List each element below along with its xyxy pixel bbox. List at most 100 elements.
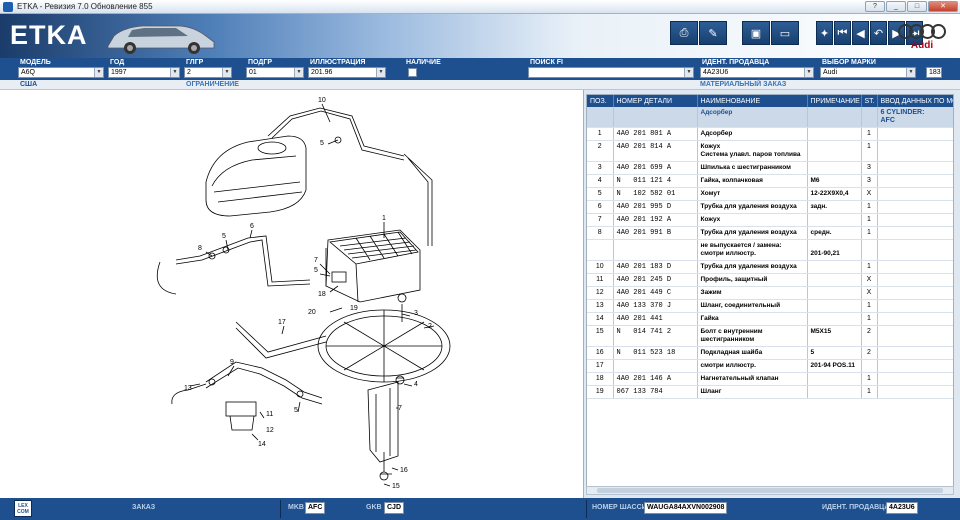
row-part-number xyxy=(613,359,698,373)
row-pos: 10 xyxy=(587,260,614,274)
table-row[interactable]: 8 4A0 201 991 B Трубка для удаления воздух… xyxy=(587,226,953,240)
catalog-icon[interactable]: ▣ xyxy=(742,21,770,45)
row-note xyxy=(807,260,862,274)
first-icon[interactable]: ⏮ xyxy=(834,21,851,45)
brand-label: ВЫБОР МАРКИ xyxy=(822,59,876,66)
row-pos xyxy=(587,107,614,128)
col-name[interactable]: НАИМЕНОВАНИЕ xyxy=(697,95,808,107)
scrollbar-thumb[interactable] xyxy=(597,488,943,493)
toolbar-left: ⎙ ✎ xyxy=(670,21,727,45)
print-icon[interactable]: ⎙ xyxy=(670,21,698,45)
row-note: 201-90,21 xyxy=(807,239,862,261)
row-part-number: 4A0 201 991 B xyxy=(613,226,698,240)
row-note xyxy=(807,127,862,141)
gkb-label: GKB xyxy=(366,504,382,511)
minimize-button[interactable]: _ xyxy=(886,1,906,12)
row-name: Кожух Система улавл. паров топлива xyxy=(697,140,808,162)
glgr-select[interactable]: 2 ▼ xyxy=(184,67,232,78)
restriction-tab[interactable]: ОГРАНИЧЕНИЕ xyxy=(186,81,239,88)
illustration-select[interactable]: 201.96 ▼ xyxy=(308,67,386,78)
brand-select[interactable]: Audi ▼ xyxy=(820,67,916,78)
table-row[interactable]: 13 4A0 133 370 J Шланг, соединительный 1 xyxy=(587,299,953,313)
banner: ETKA ⎙ ✎ ▣ ▭ ✦ ⏮ ◀ ↶ ▶ ⏭ Audi xyxy=(0,14,960,58)
callout-10: 10 xyxy=(318,97,326,104)
horizontal-scrollbar[interactable] xyxy=(586,486,954,495)
row-st: 1 xyxy=(861,299,878,313)
order-label[interactable]: ЗАКАЗ xyxy=(132,504,155,511)
row-part-number: 4A0 201 192 A xyxy=(613,213,698,227)
status-bar: LEX COM ЗАКАЗ MKB AFC GKB CJD НОМЕР ШАСС… xyxy=(0,498,960,520)
row-st: 2 xyxy=(861,346,878,360)
material-order-tab[interactable]: МАТЕРИАЛЬНЫЙ ЗАКАЗ xyxy=(700,81,786,88)
pin-icon[interactable]: ✦ xyxy=(816,21,833,45)
row-st: 1 xyxy=(861,200,878,214)
table-row[interactable]: 17 смотри иллюстр. 201-94 POS.11 xyxy=(587,359,953,373)
table-row[interactable]: Адсорбер 6 CYLINDER: AFC xyxy=(587,107,953,128)
table-row[interactable]: 11 4A0 201 245 D Профиль, защитный X xyxy=(587,273,953,287)
table-row[interactable]: 2 4A0 201 814 A Кожух Система улавл. паров… xyxy=(587,140,953,162)
model-select[interactable]: A6Q ▼ xyxy=(18,67,104,78)
col-note[interactable]: ПРИМЕЧАНИЕ xyxy=(807,95,862,107)
table-row[interactable]: 12 4A0 201 449 C Зажим X xyxy=(587,286,953,300)
edit-icon[interactable]: ✎ xyxy=(699,21,727,45)
callout-2: 2 xyxy=(428,323,432,330)
table-row[interactable]: 1 4A0 201 801 A Адсорбер 1 xyxy=(587,127,953,141)
parts-table-panel: ПОЗ. НОМЕР ДЕТАЛИ НАИМЕНОВАНИЕ ПРИМЕЧАНИ… xyxy=(586,94,954,494)
row-part-number xyxy=(613,107,698,128)
row-name: Болт с внутренним шестигранником xyxy=(697,325,808,347)
row-name: Адсорбер xyxy=(697,107,808,128)
row-pos: 1 xyxy=(587,127,614,141)
row-st: X xyxy=(861,187,878,201)
table-row[interactable]: 3 4A0 201 699 A Шпилька с шестигранником 3 xyxy=(587,161,953,175)
car-image xyxy=(107,25,215,54)
row-data-entry xyxy=(877,140,953,162)
table-row[interactable]: 5N 102 582 01 Хомут 12-22X9X0,4 X xyxy=(587,187,953,201)
col-pos[interactable]: ПОЗ. xyxy=(587,95,614,107)
undo-icon[interactable]: ↶ xyxy=(870,21,887,45)
row-name: Хомут xyxy=(697,187,808,201)
availability-checkbox[interactable] xyxy=(408,68,417,77)
callout-18: 18 xyxy=(318,291,326,298)
callout-5: 5 xyxy=(320,140,324,147)
year-select[interactable]: 1997 ▼ xyxy=(108,67,180,78)
table-row[interactable]: 14 4A0 201 441 Гайка 1 xyxy=(587,312,953,326)
table-row[interactable]: 19 067 133 784 Шланг 1 xyxy=(587,385,953,399)
table-row[interactable]: не выпускается / замена: смотри иллюстр.… xyxy=(587,239,953,261)
row-note xyxy=(807,299,862,313)
callout-15: 15 xyxy=(392,483,400,490)
lexcom-logo: LEX COM xyxy=(14,500,32,517)
table-row[interactable]: 4N 011 121 4 Гайка, колпачковая M6 3 xyxy=(587,174,953,188)
row-data-entry xyxy=(877,312,953,326)
table-row[interactable]: 15 N 014 741 2 Болт с внутренним шестигран… xyxy=(587,325,953,347)
col-data-entry[interactable]: ВВОД ДАННЫХ ПО МО xyxy=(877,95,953,107)
region-label: США xyxy=(20,81,38,88)
row-part-number: 4A0 201 245 D xyxy=(613,273,698,287)
row-pos: 4 xyxy=(587,174,614,188)
help-button[interactable]: ? xyxy=(865,1,885,12)
col-part-number[interactable]: НОМЕР ДЕТАЛИ xyxy=(613,95,698,107)
table-row[interactable]: 6 4A0 201 995 D Трубка для удаления воздух… xyxy=(587,200,953,214)
dealer-select[interactable]: 4A23U6 ▼ xyxy=(700,67,814,78)
search-input[interactable]: ▼ xyxy=(528,67,694,78)
search-label: ПОИСК FI xyxy=(530,59,564,66)
window-icon[interactable]: ▭ xyxy=(771,21,799,45)
row-st: 2 xyxy=(861,325,878,347)
row-st: 1 xyxy=(861,372,878,386)
chevron-down-icon: ▼ xyxy=(94,68,103,77)
parts-diagram[interactable]: 10 5 6 8 5 1 7 5 18 19 20 3 2 17 9 13 11… xyxy=(0,90,584,498)
callout-7a: 7 xyxy=(314,257,318,264)
prev-icon[interactable]: ◀ xyxy=(852,21,869,45)
close-button[interactable]: ✕ xyxy=(928,1,958,12)
col-st[interactable]: ST. xyxy=(861,95,878,107)
app-icon xyxy=(3,1,13,12)
row-note: 5 xyxy=(807,346,862,360)
podgr-select[interactable]: 01 ▼ xyxy=(246,67,304,78)
row-part-number: N 011 121 4 xyxy=(613,174,698,188)
table-row[interactable]: 10 4A0 201 183 D Трубка для удаления возду… xyxy=(587,260,953,274)
row-note: M6 xyxy=(807,174,862,188)
table-row[interactable]: 18 4A0 201 146 A Нагнетательный клапан 1 xyxy=(587,372,953,386)
table-row[interactable]: 7 4A0 201 192 A Кожух 1 xyxy=(587,213,953,227)
row-note: 201-94 POS.11 xyxy=(807,359,862,373)
maximize-button[interactable]: □ xyxy=(907,1,927,12)
table-row[interactable]: 16 N 011 523 18 Подкладная шайба 5 2 xyxy=(587,346,953,360)
